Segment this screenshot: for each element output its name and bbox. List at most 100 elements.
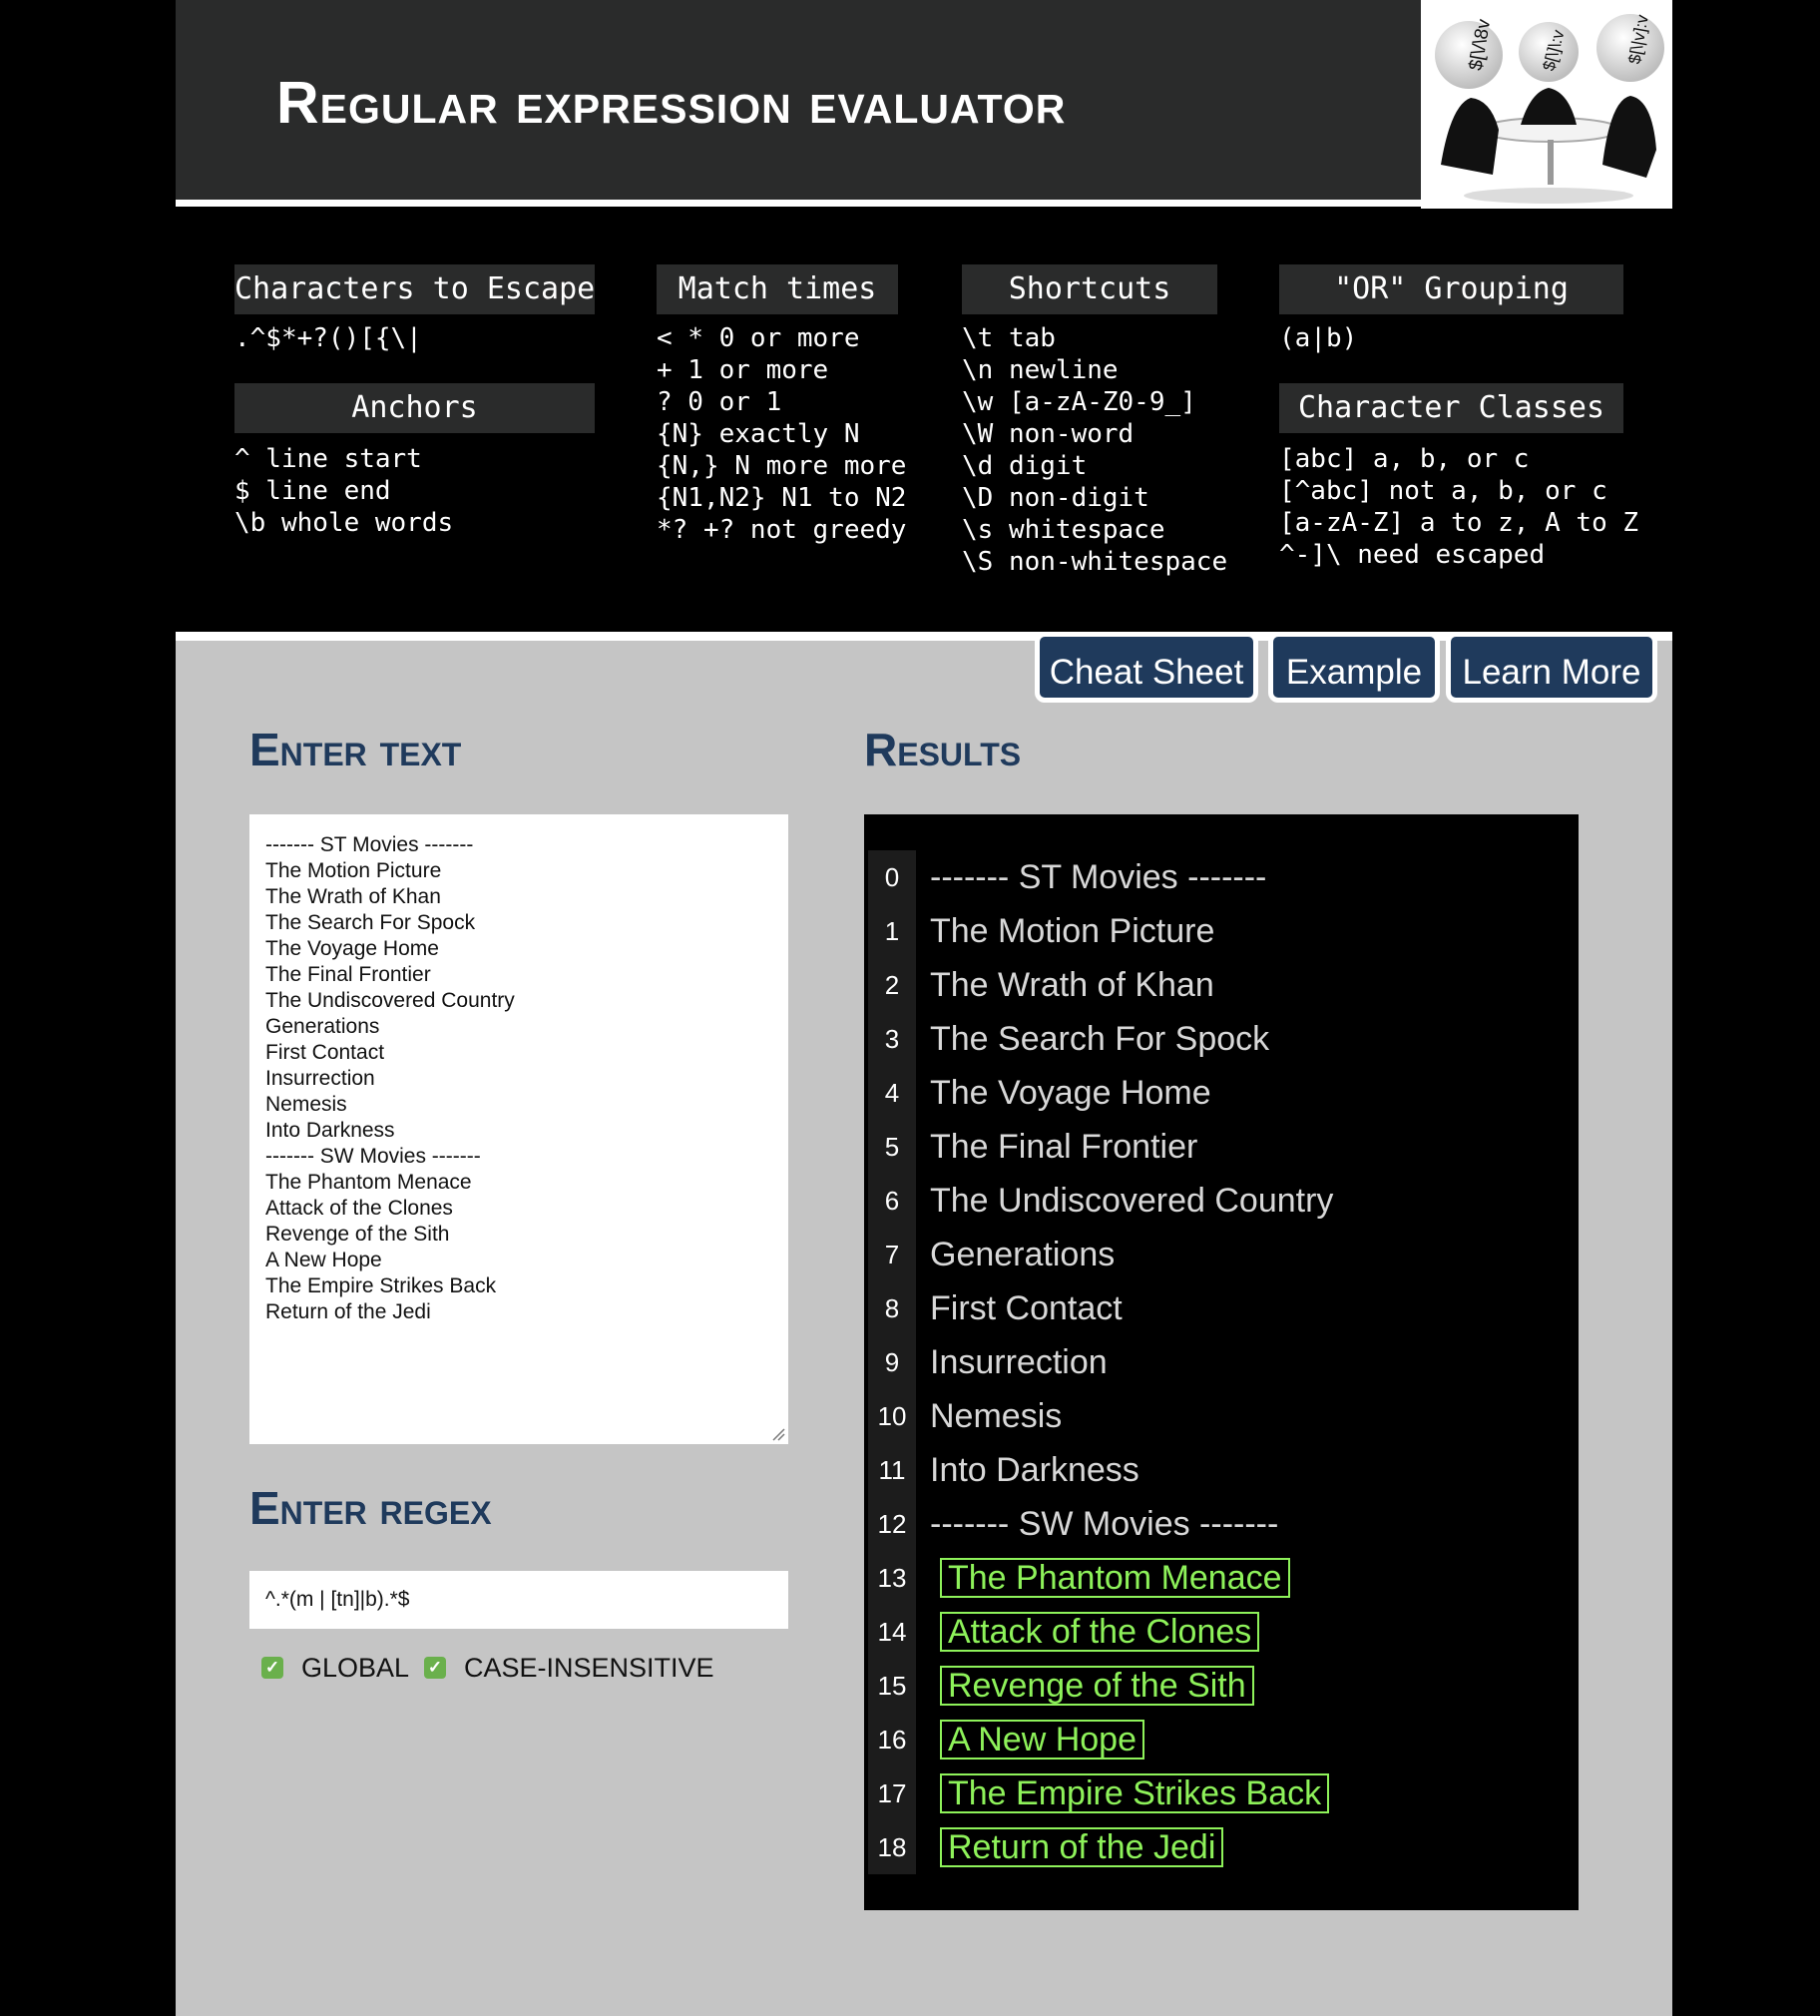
line-text: ------- SW Movies ------- xyxy=(930,1505,1279,1543)
result-row: 5 The Final Frontier xyxy=(864,1120,1579,1174)
match-times-line: {N,} N more more xyxy=(657,451,907,481)
result-row: 15 Revenge of the Sith xyxy=(864,1659,1579,1713)
char-classes-line: [^abc] not a, b, or c xyxy=(1279,476,1607,506)
anchors-heading: Anchors xyxy=(234,383,595,433)
line-text: The Wrath of Khan xyxy=(930,966,1214,1004)
shortcuts-line: \W non-word xyxy=(962,419,1135,449)
text-input-area[interactable]: ------- ST Movies ------- The Motion Pic… xyxy=(249,814,788,1444)
line-number: 3 xyxy=(868,1012,916,1066)
line-number: 14 xyxy=(868,1605,916,1659)
line-number: 4 xyxy=(868,1066,916,1120)
line-text: The Undiscovered Country xyxy=(930,1182,1334,1220)
result-row: 2 The Wrath of Khan xyxy=(864,958,1579,1012)
shortcuts-line: \D non-digit xyxy=(962,483,1149,513)
match-times-list: < * 0 or more + 1 or more? 0 or 1 {N} exac… xyxy=(657,322,907,546)
shortcuts-line: \S non-whitespace xyxy=(962,547,1228,577)
line-number: 8 xyxy=(868,1281,916,1335)
line-number: 17 xyxy=(868,1766,916,1820)
match-times-line: + 1 or more xyxy=(657,355,829,385)
or-grouping-heading: "OR" Grouping xyxy=(1279,264,1623,314)
result-row: 7 Generations xyxy=(864,1228,1579,1281)
enter-text-heading: Enter text xyxy=(249,724,462,775)
page: Regular expression evaluator $[\/\8v $[\… xyxy=(176,0,1672,2016)
line-text: The Final Frontier xyxy=(930,1128,1198,1166)
result-row: 11 Into Darkness xyxy=(864,1443,1579,1497)
line-number: 2 xyxy=(868,958,916,1012)
resize-handle-icon[interactable] xyxy=(771,1427,785,1441)
matched-line-text: The Empire Strikes Back xyxy=(940,1773,1330,1813)
shortcuts-line: \d digit xyxy=(962,451,1088,481)
shortcuts-heading: Shortcuts xyxy=(962,264,1217,314)
line-number: 6 xyxy=(868,1174,916,1228)
logo-image: $[\/\8v $[\]\:v $[\|v]:v xyxy=(1421,0,1672,209)
line-number: 1 xyxy=(868,904,916,958)
line-number: 16 xyxy=(868,1713,916,1766)
char-classes-line: ^-]\ need escaped xyxy=(1279,540,1546,570)
shortcuts-line: \s whitespace xyxy=(962,515,1165,545)
matched-line-text: The Phantom Menace xyxy=(940,1558,1290,1598)
line-number: 11 xyxy=(868,1443,916,1497)
result-row: 0 ------- ST Movies ------- xyxy=(864,850,1579,904)
shortcuts-line: \t tab xyxy=(962,323,1056,353)
case-insensitive-label: CASE-INSENSITIVE xyxy=(464,1652,714,1683)
cheat-sheet-button[interactable]: Cheat Sheet xyxy=(1035,632,1258,703)
main-panel: Cheat Sheet Example Learn More Enter tex… xyxy=(176,632,1672,2016)
results-panel: 0 ------- ST Movies ------- 1 The Motion Pi… xyxy=(864,814,1579,1910)
result-row: 4 The Voyage Home xyxy=(864,1066,1579,1120)
result-row: 9 Insurrection xyxy=(864,1335,1579,1389)
header: Regular expression evaluator $[\/\8v $[\… xyxy=(176,0,1672,209)
match-times-line: ? 0 or 1 xyxy=(657,387,782,417)
cheatsheet-column-3: Shortcuts \t tab \n newline \w [a-zA-Z0-9_… xyxy=(962,264,1228,578)
global-checkbox[interactable]: ✓ xyxy=(261,1657,283,1679)
shortcuts-line: \w [a-zA-Z0-9_] xyxy=(962,387,1196,417)
or-grouping-line: (a|b) xyxy=(1279,323,1358,353)
anchors-list: ^ line start $ line end \b whole words xyxy=(234,443,595,539)
result-row: 13 The Phantom Menace xyxy=(864,1551,1579,1605)
result-row: 12 ------- SW Movies ------- xyxy=(864,1497,1579,1551)
meeting-illustration-icon: $[\/\8v $[\]\:v $[\|v]:v xyxy=(1435,13,1664,204)
global-option[interactable]: ✓ GLOBAL xyxy=(261,1646,409,1690)
match-times-line: < * 0 or more xyxy=(657,323,860,353)
result-row: 3 The Search For Spock xyxy=(864,1012,1579,1066)
result-row: 1 The Motion Picture xyxy=(864,904,1579,958)
line-number: 18 xyxy=(868,1820,916,1874)
case-insensitive-checkbox[interactable]: ✓ xyxy=(424,1657,446,1679)
result-row: 18 Return of the Jedi xyxy=(864,1820,1579,1874)
anchors-line: $ line end xyxy=(234,476,391,506)
line-number: 9 xyxy=(868,1335,916,1389)
learn-more-button[interactable]: Learn More xyxy=(1446,632,1657,703)
char-classes-list: [abc] a, b, or c [^abc] not a, b, or c [a-… xyxy=(1279,443,1638,571)
line-text: First Contact xyxy=(930,1289,1123,1327)
escape-heading: Characters to Escape xyxy=(234,264,595,314)
escape-line: .^$*+?()[{\| xyxy=(234,323,422,353)
anchors-line: ^ line start xyxy=(234,444,422,474)
regex-input[interactable]: ^.*(m | [tn]|b).*$ xyxy=(249,1571,788,1629)
matched-line-text: Attack of the Clones xyxy=(940,1612,1260,1652)
line-text: The Motion Picture xyxy=(930,912,1215,950)
anchors-line: \b whole words xyxy=(234,508,454,538)
cheatsheet-column-1: Characters to Escape .^$*+?()[{\| Anchor… xyxy=(234,264,595,539)
line-text: ------- ST Movies ------- xyxy=(930,858,1267,896)
result-row: 16 A New Hope xyxy=(864,1713,1579,1766)
line-number: 15 xyxy=(868,1659,916,1713)
line-text: Into Darkness xyxy=(930,1451,1139,1489)
result-row: 8 First Contact xyxy=(864,1281,1579,1335)
results-heading: Results xyxy=(864,724,1022,775)
line-number: 7 xyxy=(868,1228,916,1281)
line-text: The Voyage Home xyxy=(930,1074,1211,1112)
line-number: 0 xyxy=(868,850,916,904)
line-text: Generations xyxy=(930,1236,1116,1273)
global-label: GLOBAL xyxy=(301,1652,410,1683)
example-button[interactable]: Example xyxy=(1268,632,1440,703)
matched-line-text: Revenge of the Sith xyxy=(940,1666,1254,1706)
line-number: 10 xyxy=(868,1389,916,1443)
line-text: Nemesis xyxy=(930,1397,1063,1435)
result-row: 10 Nemesis xyxy=(864,1389,1579,1443)
cheatsheet-column-4: "OR" Grouping (a|b) Character Classes [a… xyxy=(1279,264,1638,571)
case-insensitive-option[interactable]: ✓ CASE-INSENSITIVE xyxy=(424,1646,714,1690)
result-row: 17 The Empire Strikes Back xyxy=(864,1766,1579,1820)
page-title: Regular expression evaluator xyxy=(276,70,1067,136)
shortcuts-line: \n newline xyxy=(962,355,1119,385)
result-row: 6 The Undiscovered Country xyxy=(864,1174,1579,1228)
line-text: The Search For Spock xyxy=(930,1020,1270,1058)
